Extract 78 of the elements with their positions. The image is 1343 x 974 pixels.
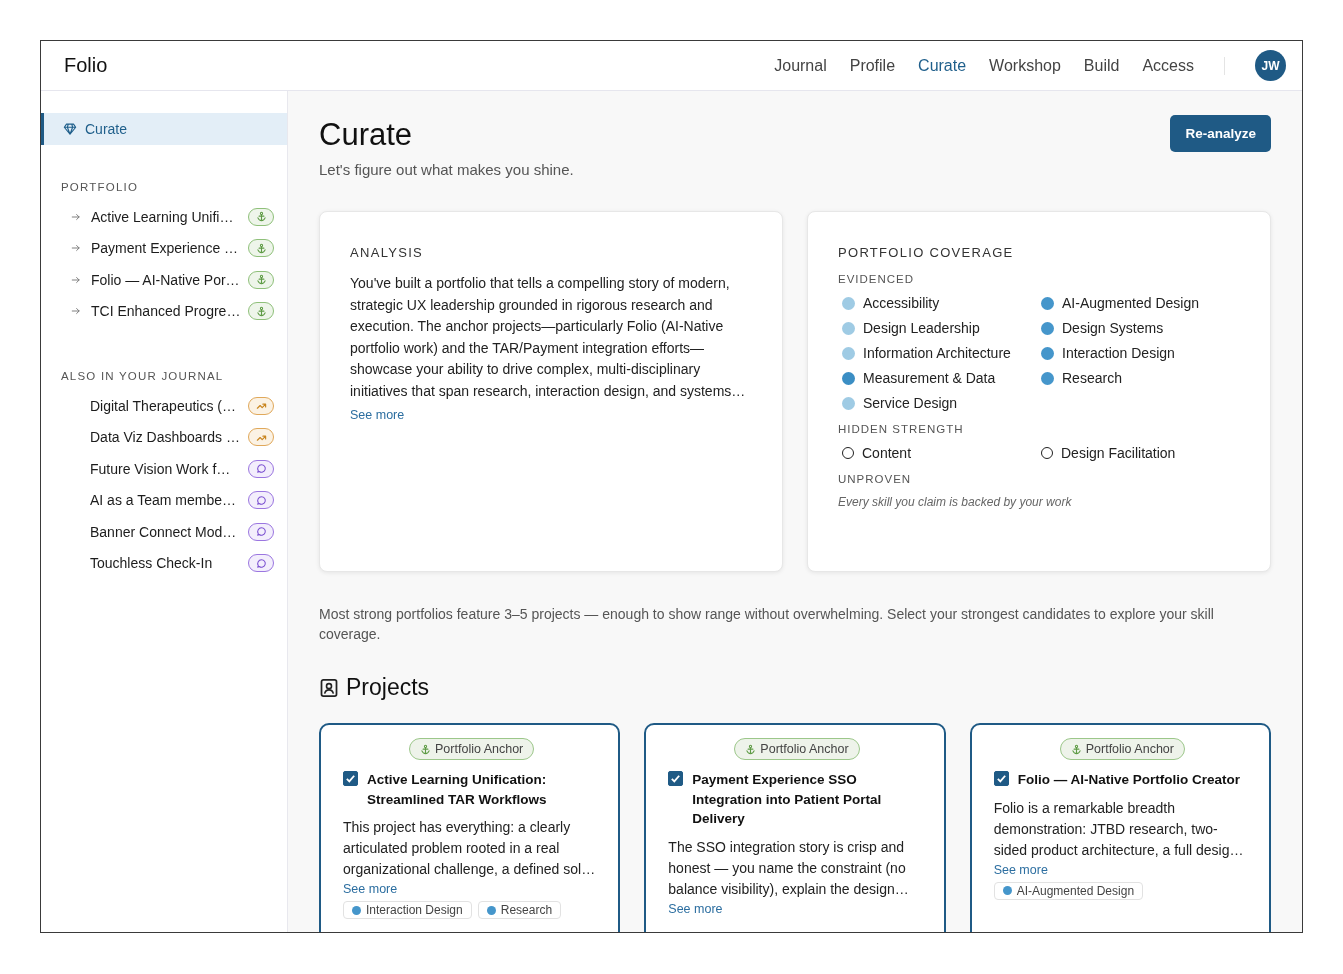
skill-tag: AI-Augmented Design <box>993 881 1144 900</box>
nav-link[interactable]: Workshop <box>989 56 1061 75</box>
nav-link[interactable]: Profile <box>849 56 896 75</box>
sidebar-item[interactable]: Future Vision Work f… <box>41 453 287 485</box>
anchor-icon <box>255 242 267 254</box>
sidebar-item[interactable]: AI as a Team membe… <box>41 484 287 516</box>
nav-link[interactable]: Access <box>1142 56 1194 75</box>
anchor-icon <box>255 211 267 223</box>
speech-bubble-icon <box>255 557 267 569</box>
anchor-icon <box>420 743 432 755</box>
group-heading: EVIDENCED <box>838 273 916 285</box>
arrow-icon <box>71 274 81 285</box>
skill-label: Service Design <box>863 395 958 411</box>
sidebar-item[interactable]: Payment Experience … <box>41 232 287 264</box>
sidebar-item[interactable]: Banner Connect Mod… <box>41 516 287 548</box>
see-more-link[interactable]: See more <box>993 862 1048 877</box>
anchor-icon <box>255 305 267 317</box>
anchor-badge: Portfolio Anchor <box>409 738 535 760</box>
skill-label: Accessibility <box>863 295 940 311</box>
project-title: Payment Experience SSO Integration into Patient Portal Delivery <box>692 771 883 828</box>
project-summary: This project has everything: a clearly articulated problem rooted in a real organizational challenge, a defined sol… <box>343 818 597 879</box>
skill-label: Measurement & Data <box>863 370 996 386</box>
project-title: Folio — AI-Native Portfolio Creator <box>1017 771 1240 789</box>
speech-bubble-icon <box>255 463 267 475</box>
trend-icon <box>255 400 267 412</box>
section-heading: ALSO IN YOUR JOURNAL <box>61 370 225 382</box>
skill-label: Content <box>862 445 912 461</box>
project-summary: The SSO integration story is crisp and honest — you name the constraint (no balance visibility), explain the design… <box>668 837 910 899</box>
anchor-icon <box>255 274 267 286</box>
nav-link[interactable]: Journal <box>774 56 827 75</box>
user-avatar[interactable]: JW <box>1255 50 1286 81</box>
section-heading: PORTFOLIO <box>61 181 140 193</box>
reanalyze-button[interactable]: Re-analyze <box>1170 115 1271 152</box>
arrow-icon <box>71 306 81 317</box>
skill-label: AI-Augmented Design <box>1062 295 1199 311</box>
skill-label: Research <box>1062 370 1122 386</box>
sidebar-item[interactable]: Active Learning Unifi… <box>41 201 287 233</box>
see-more-link[interactable]: See more <box>668 901 723 916</box>
skill-tag: Research <box>477 901 562 919</box>
skill-label: Design Leadership <box>863 320 980 336</box>
project-title: Active Learning Unification: Streamlined TAR Workflows <box>367 771 548 809</box>
skill-label: Design Systems <box>1062 320 1164 336</box>
anchor-badge: Portfolio Anchor <box>734 738 860 760</box>
sidebar-item[interactable]: Touchless Check-In <box>41 547 287 579</box>
skill-label: Design Facilitation <box>1061 445 1176 461</box>
nav-link[interactable]: Build <box>1083 56 1120 75</box>
anchor-icon <box>1070 743 1082 755</box>
sidebar-item[interactable]: TCI Enhanced Progre… <box>41 295 287 327</box>
anchor-icon <box>745 743 757 755</box>
speech-bubble-icon <box>255 526 267 538</box>
section-title: Projects <box>346 674 430 701</box>
skill-label: Information Architecture <box>863 345 1011 361</box>
sidebar-item[interactable]: Digital Therapeutics (… <box>41 390 287 422</box>
analysis-text: You've built a portfolio that tells a compelling story of modern, strategic UX leadership grounded in rigorous research and execution. The anchor projects—particularly Folio (AI-Native portfolio work) and the TAR/Payment integration efforts—showcase your ability to drive complex, multi-disciplinary initiatives that span research, interaction design, and systems… <box>350 274 747 401</box>
page-subtitle: Let's figure out what makes you shine. <box>319 161 574 178</box>
card-heading: ANALYSIS <box>350 245 425 260</box>
nav-link[interactable]: Curate <box>918 56 967 75</box>
app-title: Folio <box>64 54 109 77</box>
skill-label: Interaction Design <box>1062 345 1175 361</box>
portfolio-icon <box>319 677 339 698</box>
group-heading: UNPROVEN <box>838 473 913 485</box>
see-more-link[interactable]: See more <box>343 882 398 896</box>
page-title: Curate <box>319 117 414 153</box>
sidebar-item[interactable]: Curate <box>41 113 287 145</box>
see-more-link[interactable]: See more <box>350 408 405 422</box>
project-summary: Folio is a remarkable breadth demonstration: JTBD research, two-sided product architecture, a full desig… <box>993 798 1245 860</box>
sidebar-item[interactable]: Data Viz Dashboards … <box>41 421 287 453</box>
arrow-icon <box>71 211 81 222</box>
sidebar-item[interactable]: Folio — AI-Native Por… <box>41 264 287 296</box>
hint-text: Most strong portfolios feature 3–5 projects — enough to show range without overwhelming. Select your strongest candidates to explore your skill coverage. <box>319 605 1215 644</box>
gem-icon <box>63 122 77 136</box>
group-heading: HIDDEN STRENGTH <box>838 423 965 435</box>
card-heading: PORTFOLIO COVERAGE <box>838 245 1015 260</box>
anchor-badge: Portfolio Anchor <box>1059 738 1185 760</box>
speech-bubble-icon <box>255 494 267 506</box>
arrow-icon <box>71 243 81 254</box>
empty-note: Every skill you claim is backed by your work <box>838 495 1073 509</box>
skill-tag: Interaction Design <box>343 901 472 919</box>
